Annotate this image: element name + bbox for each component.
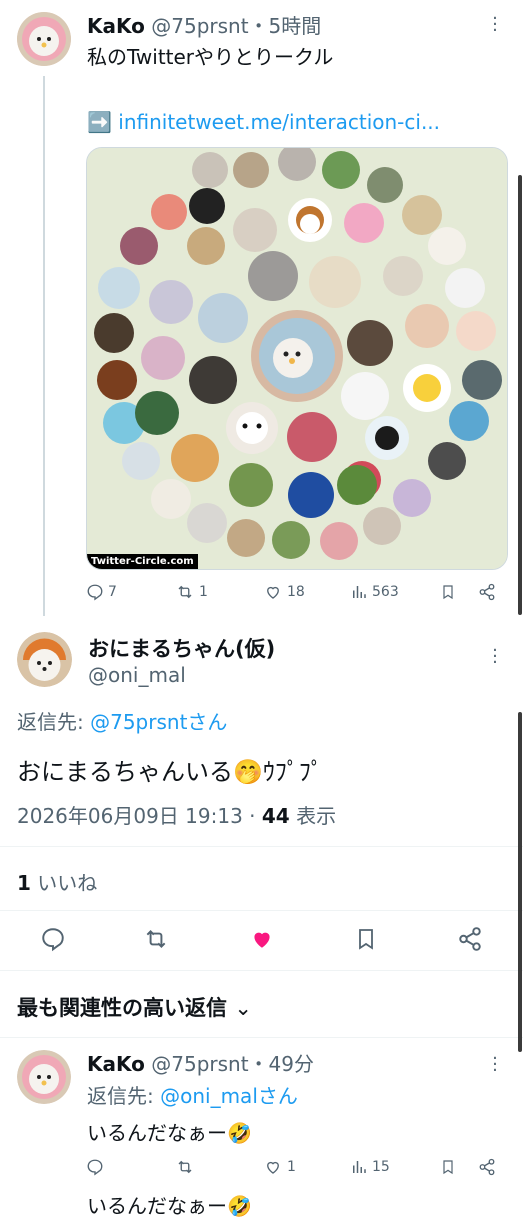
reply-to: 返信先: @75prsntさん bbox=[17, 706, 227, 735]
reply-to: 返信先: @oni_malさん bbox=[87, 1080, 298, 1109]
avatar-kako[interactable] bbox=[17, 1050, 71, 1104]
interaction-circle-image[interactable]: Twitter-Circle.com bbox=[86, 147, 508, 570]
views-icon bbox=[353, 1161, 366, 1173]
reply-to-handle[interactable]: @75prsntさん bbox=[90, 710, 227, 734]
share-action[interactable] bbox=[478, 583, 496, 601]
retweet-icon bbox=[178, 585, 192, 599]
arrow-right-icon: ➡️ bbox=[87, 110, 112, 134]
retweet-action[interactable]: 1 bbox=[175, 583, 208, 601]
retweet-icon bbox=[178, 1160, 192, 1174]
meta-separator: · bbox=[242, 804, 262, 828]
thread-connector-line bbox=[43, 76, 45, 616]
avatar-kako[interactable] bbox=[17, 12, 71, 66]
reply-action[interactable]: 7 bbox=[86, 583, 117, 601]
view-count: 563 bbox=[372, 584, 399, 600]
share-icon bbox=[459, 927, 481, 951]
likes-label: いいね bbox=[30, 871, 98, 895]
reply-button[interactable] bbox=[40, 926, 66, 952]
display-name[interactable]: KaKo bbox=[87, 1052, 145, 1076]
divider bbox=[0, 846, 523, 847]
share-button[interactable] bbox=[457, 926, 483, 952]
replies-sort-label: 最も関連性の高い返信 bbox=[17, 996, 227, 1020]
likes-summary[interactable]: 1 いいね bbox=[17, 867, 97, 896]
handle[interactable]: @75prsnt bbox=[151, 14, 248, 38]
reply-icon bbox=[87, 1159, 103, 1176]
display-name[interactable]: おにまるちゃん(仮) bbox=[88, 633, 275, 663]
next-tweet-text-partial: いるんだなぁー🤣 bbox=[87, 1194, 252, 1218]
divider bbox=[0, 1037, 523, 1038]
divider bbox=[0, 910, 523, 911]
view-count: 15 bbox=[372, 1159, 390, 1175]
chevron-down-icon: ⌄ bbox=[234, 996, 252, 1020]
tweet-text: おにまるちゃんいる🤭ｳﾌﾟﾌﾟ bbox=[17, 758, 323, 786]
link-text[interactable]: infinitetweet.me/interaction-ci... bbox=[118, 110, 440, 134]
like-action[interactable]: 1 bbox=[263, 1158, 296, 1176]
views-label: 表示 bbox=[289, 804, 337, 828]
more-options-icon[interactable]: · · · bbox=[488, 642, 502, 672]
reply-to-label: 返信先: bbox=[17, 710, 91, 734]
bookmark-icon bbox=[443, 1160, 453, 1175]
like-count: 18 bbox=[287, 584, 305, 600]
tweet-link[interactable]: ➡️ infinitetweet.me/interaction-ci... bbox=[87, 110, 440, 134]
divider bbox=[0, 970, 523, 971]
reply-count: 7 bbox=[108, 584, 117, 600]
scrollbar-thumb[interactable] bbox=[518, 712, 522, 1052]
bookmark-action[interactable] bbox=[440, 1158, 456, 1176]
avatar-oni-mal[interactable] bbox=[17, 632, 72, 687]
more-options-icon[interactable]: · · · bbox=[488, 1050, 502, 1080]
display-name[interactable]: KaKo bbox=[87, 14, 145, 38]
handle[interactable]: @oni_mal bbox=[88, 663, 186, 687]
heart-filled-icon bbox=[254, 932, 270, 948]
bookmark-button[interactable] bbox=[354, 926, 378, 952]
share-icon bbox=[479, 583, 495, 601]
retweet-icon bbox=[146, 930, 166, 948]
center-avatar bbox=[251, 310, 343, 402]
bookmark-icon bbox=[359, 929, 373, 950]
tweet-meta: 2026年06月09日 19:13 · 44 表示 bbox=[17, 800, 336, 829]
views-count: 44 bbox=[261, 804, 290, 828]
tweet-time[interactable]: ・49分 bbox=[249, 1052, 314, 1076]
views-icon bbox=[353, 586, 366, 598]
reply-action[interactable] bbox=[86, 1158, 108, 1176]
bookmark-action[interactable] bbox=[440, 583, 456, 601]
handle[interactable]: @75prsnt bbox=[151, 1052, 248, 1076]
timestamp[interactable]: 2026年06月09日 19:13 bbox=[17, 804, 243, 828]
reply-icon bbox=[42, 928, 64, 952]
views-action[interactable]: 15 bbox=[350, 1158, 390, 1176]
heart-icon bbox=[267, 586, 279, 599]
views-action[interactable]: 563 bbox=[350, 583, 399, 601]
likes-count: 1 bbox=[17, 871, 31, 895]
more-options-icon[interactable]: · · · bbox=[488, 10, 502, 40]
bookmark-icon bbox=[443, 585, 453, 600]
heart-icon bbox=[267, 1161, 279, 1174]
like-count: 1 bbox=[287, 1159, 296, 1175]
tweet-time[interactable]: ・5時間 bbox=[249, 14, 322, 38]
like-action[interactable]: 18 bbox=[263, 583, 305, 601]
replies-sort-dropdown[interactable]: 最も関連性の高い返信 ⌄ bbox=[17, 992, 252, 1022]
tweet-text: いるんだなぁー🤣 bbox=[87, 1121, 252, 1145]
retweet-count: 1 bbox=[199, 584, 208, 600]
reply-icon bbox=[87, 584, 103, 601]
retweet-action[interactable] bbox=[175, 1158, 199, 1176]
like-button[interactable] bbox=[248, 926, 276, 952]
share-action[interactable] bbox=[478, 1158, 496, 1176]
retweet-button[interactable] bbox=[142, 926, 170, 952]
image-watermark: Twitter-Circle.com bbox=[87, 554, 198, 569]
reply-to-handle[interactable]: @oni_malさん bbox=[160, 1084, 298, 1108]
reply-to-label: 返信先: bbox=[87, 1084, 161, 1108]
scrollbar-thumb[interactable] bbox=[518, 175, 522, 615]
share-icon bbox=[479, 1158, 495, 1176]
tweet-text: 私のTwitterやりとりークル bbox=[87, 45, 334, 69]
